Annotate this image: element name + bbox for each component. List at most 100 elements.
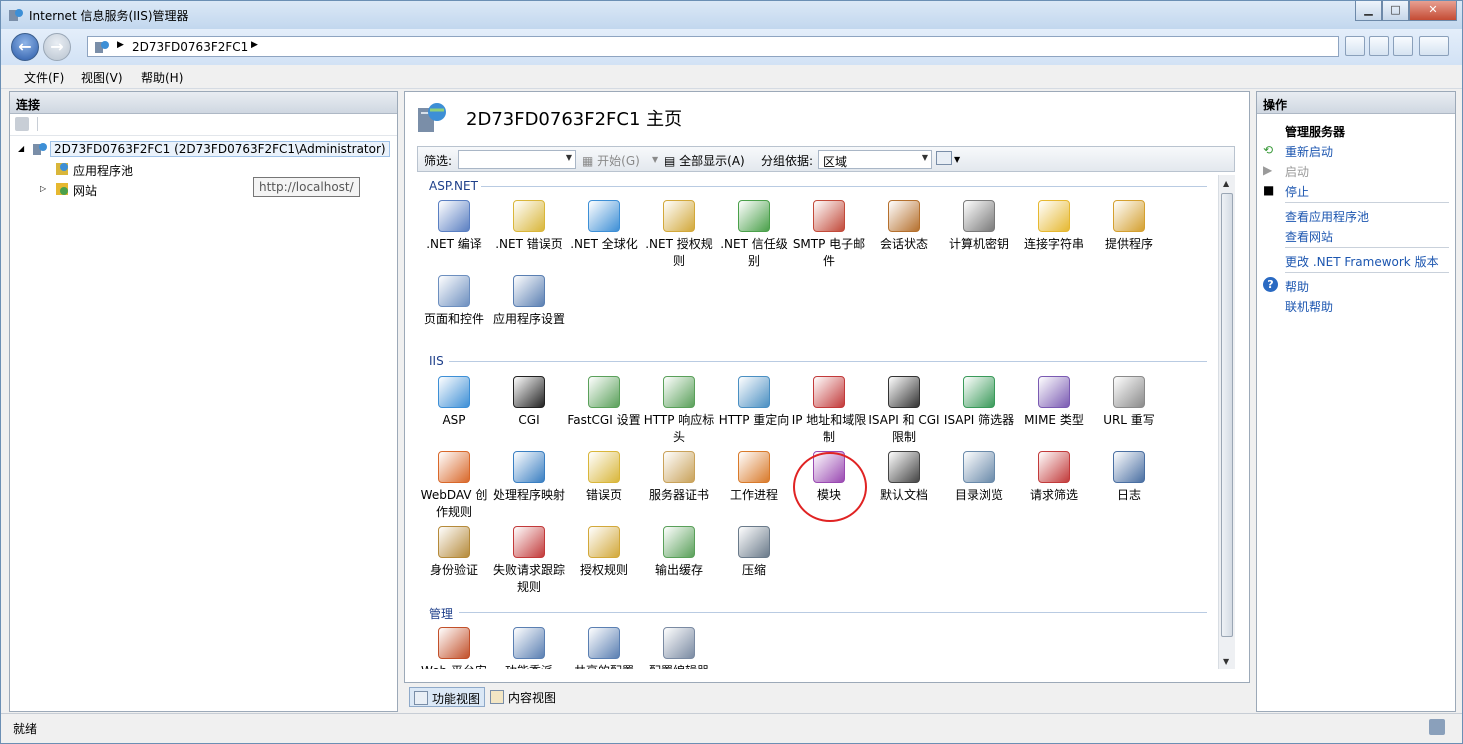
forward-button[interactable]: → [43,33,71,61]
feature-item[interactable]: 身份验证 [417,526,492,579]
feature-item[interactable]: IP 地址和域限制 [791,376,867,446]
action-stop[interactable]: 停止 [1285,183,1309,200]
view-mode-icon[interactable] [936,151,952,165]
expand-toggle-icon[interactable]: ◢ [18,144,24,153]
feature-item[interactable]: 日志 [1091,451,1167,504]
menu-view[interactable]: 视图(V) [81,69,123,86]
close-button[interactable]: ✕ [1409,1,1457,21]
go-dropdown-icon[interactable]: ▼ [652,155,658,164]
feature-item[interactable]: .NET 全球化 [566,200,642,253]
tree-sites[interactable]: 网站 [73,182,97,199]
feature-item[interactable]: 页面和控件 [417,275,492,328]
redirect-icon [738,376,770,408]
stop-icon[interactable] [1369,36,1389,56]
feature-item[interactable]: 压缩 [716,526,792,579]
feature-item[interactable]: .NET 授权规则 [641,200,717,270]
menu-help[interactable]: 帮助(H) [141,69,183,86]
tree-server-node[interactable]: 2D73FD0763F2FC1 (2D73FD0763F2FC1\Adminis… [50,141,390,157]
scrollbar-thumb[interactable] [1221,193,1233,637]
feature-item[interactable]: 配置编辑器 [641,627,717,669]
feature-item[interactable]: 处理程序映射 [491,451,567,504]
group-by-select[interactable]: 区域 ▼ [818,150,932,169]
feature-item[interactable]: 工作进程 [716,451,792,504]
feature-item[interactable]: 服务器证书 [641,451,717,504]
feature-item[interactable]: 应用程序设置 [491,275,567,328]
feature-label: ISAPI 筛选器 [943,413,1015,427]
address-box[interactable]: ▶ 2D73FD0763F2FC1 ▶ [87,36,1339,57]
refresh-icon[interactable] [1345,36,1365,56]
scroll-down-icon[interactable]: ▼ [1223,657,1229,666]
feature-item[interactable]: .NET 错误页 [491,200,567,253]
tab-content-view[interactable]: 内容视图 [486,687,560,707]
path-arrow-icon[interactable]: ▶ [251,40,258,50]
feature-item[interactable]: 授权规则 [566,526,642,579]
feature-item[interactable]: HTTP 响应标头 [641,376,717,446]
window-title: Internet 信息服务(IIS)管理器 [29,9,189,23]
go-button[interactable]: ▦ 开始(G) [582,152,640,169]
action-view-app-pools[interactable]: 查看应用程序池 [1285,208,1369,225]
feature-label: 共享的配置 [566,663,642,669]
lock-icon [588,526,620,558]
view-mode-dropdown-icon[interactable]: ▼ [954,155,960,164]
minimize-button[interactable]: ▁ [1355,1,1382,21]
connect-icon[interactable] [15,117,29,131]
feature-item[interactable]: MIME 类型 [1016,376,1092,429]
feature-item[interactable]: 默认文档 [866,451,942,504]
feature-item[interactable]: 失败请求跟踪规则 [491,526,567,596]
feature-item[interactable]: ISAPI 和 CGI 限制 [866,376,942,446]
feature-item[interactable]: ISAPI 筛选器 [941,376,1017,429]
machine-key-icon [963,200,995,232]
help-icon[interactable] [1419,36,1449,56]
action-help[interactable]: 帮助 [1285,278,1309,295]
menu-file[interactable]: 文件(F) [24,69,64,86]
feature-item[interactable]: CGI [491,376,567,429]
globe-icon [588,200,620,232]
feature-item[interactable]: WebDAV 创作规则 [417,451,492,521]
feature-item[interactable]: 共享的配置 [566,627,642,669]
feature-item[interactable]: .NET 信任级别 [716,200,792,270]
action-start[interactable]: 启动 [1285,163,1309,180]
feature-label: ISAPI 和 CGI 限制 [868,413,940,444]
features-scrollbar[interactable]: ▲ ▼ [1218,175,1235,669]
output-cache-icon [663,526,695,558]
feature-item[interactable]: HTTP 重定向 [716,376,792,429]
expand-toggle-icon[interactable]: ▷ [40,184,46,193]
shared-config-icon [588,627,620,659]
tab-features-view[interactable]: 功能视图 [409,687,486,707]
feature-item[interactable]: 请求筛选 [1016,451,1092,504]
feature-item[interactable]: 计算机密钥 [941,200,1017,253]
feature-label: MIME 类型 [1024,413,1084,427]
address-path: 2D73FD0763F2FC1 [132,40,249,54]
feature-item[interactable]: 连接字符串 [1016,200,1092,253]
filter-label: 筛选: [424,154,453,168]
feature-item[interactable]: FastCGI 设置 [566,376,642,429]
sites-icon [54,181,70,200]
feature-item[interactable]: URL 重写 [1091,376,1167,429]
feature-item[interactable]: 会话状态 [866,200,942,253]
back-button[interactable]: ← [11,33,39,61]
feature-item[interactable]: .NET 编译 [417,200,492,253]
action-online-help[interactable]: 联机帮助 [1285,298,1333,315]
isapi-filter-icon [963,376,995,408]
action-restart[interactable]: 重新启动 [1285,143,1333,160]
feature-item[interactable]: Web 平台安装程序 [417,627,492,669]
filter-input[interactable]: ▼ [458,150,576,169]
mail-icon [813,200,845,232]
action-view-sites[interactable]: 查看网站 [1285,228,1333,245]
feature-item[interactable]: 提供程序 [1091,200,1167,253]
scroll-up-icon[interactable]: ▲ [1223,179,1229,188]
tree-app-pools[interactable]: 应用程序池 [73,162,133,179]
failed-trace-icon [513,526,545,558]
group-manage: 管理 [429,607,454,621]
feature-item[interactable]: 错误页 [566,451,642,504]
home-icon[interactable] [1393,36,1413,56]
feature-item[interactable]: 输出缓存 [641,526,717,579]
maximize-button[interactable]: □ [1382,1,1409,21]
action-change-framework[interactable]: 更改 .NET Framework 版本 [1285,253,1439,270]
show-all-button[interactable]: ▤ 全部显示(A) [664,152,745,169]
app-pool-icon [54,161,70,180]
feature-item[interactable]: 目录浏览 [941,451,1017,504]
feature-item[interactable]: 功能委派 [491,627,567,669]
feature-item[interactable]: SMTP 电子邮件 [791,200,867,270]
feature-item[interactable]: ASP [417,376,492,429]
